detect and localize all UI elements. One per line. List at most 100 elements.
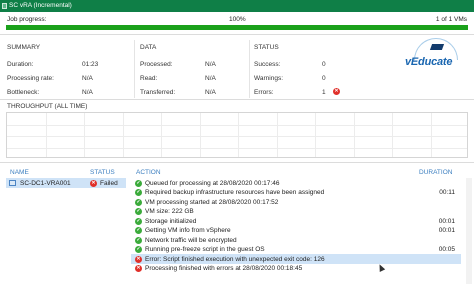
- bottleneck-value: N/A: [82, 89, 93, 96]
- log-action-text: VM size: 222 GB: [145, 208, 194, 215]
- duration-value: 01:23: [82, 61, 99, 68]
- log-action-text: VM processing started at 28/08/2020 00:1…: [145, 198, 279, 206]
- progress-percent: 100%: [229, 16, 246, 23]
- grid-line: [276, 113, 278, 157]
- log-row[interactable]: ✓ VM processing started at 28/08/2020 00:…: [131, 197, 461, 207]
- log-action-text: Processing finished with errors at 28/08…: [145, 265, 303, 272]
- action-header[interactable]: ACTION: [136, 169, 161, 176]
- app-icon: [2, 3, 7, 9]
- log-row[interactable]: ✕ Processing finished with errors at 28/0…: [131, 264, 461, 274]
- log-row[interactable]: ✓ VM size: 222 GB: [131, 207, 461, 217]
- log-duration: 00:11: [439, 189, 455, 196]
- log-row[interactable]: ✓ Network traffic will be encrypted: [131, 235, 461, 245]
- grid-line: [84, 113, 85, 157]
- log-action-text: Storage initialized: [145, 217, 197, 225]
- data-title: DATA: [140, 44, 157, 51]
- vm-list: NAME STATUS SC-DC1-VRA001 ✕ Failed: [5, 166, 127, 286]
- vm-status: Failed: [100, 179, 118, 187]
- bottleneck-label: Bottleneck:: [7, 89, 40, 96]
- progress-bar-fill: [6, 25, 468, 30]
- log-row[interactable]: ✓ Storage initialized 00:01: [131, 216, 461, 226]
- success-label: Success:: [254, 61, 281, 68]
- divider: [249, 40, 250, 98]
- success-check-icon: ✓: [135, 236, 142, 244]
- success-value: 0: [322, 61, 326, 68]
- processing-rate-value: N/A: [82, 75, 93, 82]
- error-icon: ✕: [90, 179, 97, 187]
- log-action-text: Network traffic will be encrypted: [145, 236, 237, 244]
- success-check-icon: ✓: [135, 179, 142, 187]
- vm-row[interactable]: SC-DC1-VRA001 ✕ Failed: [6, 178, 126, 188]
- log-action-text: Getting VM info from vSphere: [145, 227, 231, 234]
- divider: [0, 34, 474, 35]
- grid-line: [7, 124, 467, 126]
- log-row[interactable]: ✕ Error: Script finished execution with u…: [131, 254, 461, 264]
- grid-line: [315, 113, 316, 157]
- success-check-icon: ✓: [135, 227, 142, 234]
- grid-line: [161, 113, 162, 157]
- log-duration: 00:05: [438, 246, 455, 253]
- progress-count: 1 of 1 VMs: [435, 16, 467, 23]
- log-action-text: Error: Script finished execution with un…: [145, 255, 325, 263]
- action-log: ACTION DURATION ✓ Queued for processing a…: [131, 166, 471, 286]
- log-duration: 00:01: [438, 217, 455, 225]
- transferred-label: Transferred:: [140, 89, 176, 96]
- progress-bar: [6, 25, 468, 30]
- log-row[interactable]: ✓ Required backup infrastructure resource…: [131, 188, 461, 198]
- log-action-text: Running pre-freeze script in the guest O…: [145, 246, 265, 253]
- read-label: Read:: [140, 75, 158, 82]
- error-icon: ✕: [333, 88, 340, 95]
- log-action-text: Required backup infrastructure resources…: [145, 189, 325, 196]
- grid-line: [430, 113, 432, 157]
- success-check-icon: ✓: [135, 246, 142, 253]
- grid-line: [7, 136, 467, 137]
- grid-line: [238, 113, 239, 157]
- vm-name: SC-DC1-VRA001: [20, 179, 71, 187]
- window-title: SC vRA (Incremental): [9, 2, 72, 9]
- grid-line: [353, 113, 355, 157]
- grid-line: [7, 147, 467, 149]
- success-check-icon: ✓: [135, 198, 142, 206]
- divider: [134, 40, 135, 98]
- processing-rate-label: Processing rate:: [7, 75, 54, 82]
- success-check-icon: ✓: [135, 189, 142, 196]
- error-icon: ✕: [135, 265, 142, 272]
- success-check-icon: ✓: [135, 208, 142, 215]
- veducate-logo: vEducate: [405, 38, 469, 80]
- vm-icon: [9, 180, 16, 186]
- duration-label: Duration:: [7, 61, 34, 68]
- progress-label: Job progress:: [7, 16, 47, 23]
- error-icon: ✕: [135, 255, 142, 263]
- errors-value: 1: [322, 89, 326, 96]
- transferred-value: N/A: [205, 89, 216, 96]
- processed-value: N/A: [205, 61, 216, 68]
- read-value: N/A: [205, 75, 216, 82]
- scrollbar[interactable]: [466, 178, 472, 284]
- window-titlebar[interactable]: SC vRA (Incremental): [0, 0, 474, 12]
- warnings-value: 0: [322, 75, 326, 82]
- log-row[interactable]: ✓ Queued for processing at 28/08/2020 00:…: [131, 178, 461, 188]
- log-row[interactable]: ✓ Getting VM info from vSphere 00:01: [131, 226, 461, 236]
- throughput-title: THROUGHPUT (ALL TIME): [7, 103, 88, 110]
- grid-line: [392, 113, 393, 157]
- logo-text: vEducate: [405, 56, 453, 68]
- divider: [0, 99, 474, 100]
- success-check-icon: ✓: [135, 217, 142, 225]
- errors-label: Errors:: [254, 89, 274, 96]
- processed-label: Processed:: [140, 61, 173, 68]
- divider: [0, 162, 474, 163]
- status-title: STATUS: [254, 44, 279, 51]
- log-row[interactable]: ✓ Running pre-freeze script in the guest …: [131, 245, 461, 255]
- summary-title: SUMMARY: [7, 44, 41, 51]
- grid-line: [199, 113, 201, 157]
- job-progress-row: Job progress: 100% 1 of 1 VMs: [0, 14, 474, 24]
- vm-status-header[interactable]: STATUS: [90, 169, 115, 176]
- graduation-cap-icon: [429, 44, 445, 50]
- warnings-label: Warnings:: [254, 75, 284, 82]
- log-duration: 00:01: [438, 227, 455, 234]
- throughput-chart-area: [6, 112, 468, 158]
- vm-name-header[interactable]: NAME: [10, 169, 29, 176]
- log-action-text: Queued for processing at 28/08/2020 00:1…: [145, 179, 280, 187]
- grid-line: [45, 113, 47, 157]
- duration-header[interactable]: DURATION: [419, 169, 452, 176]
